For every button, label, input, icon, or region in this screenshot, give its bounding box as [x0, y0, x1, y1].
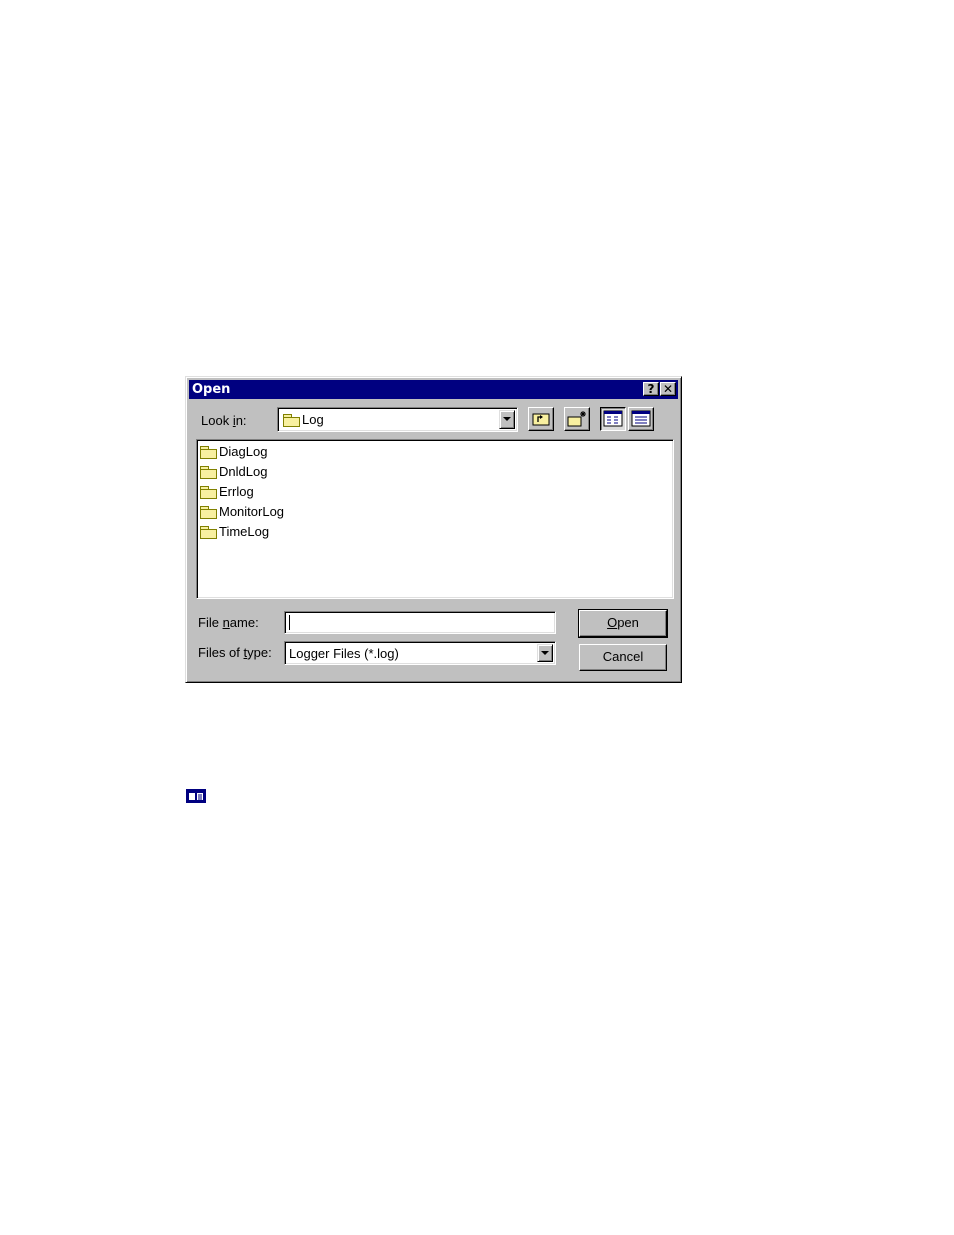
look-in-value: Log: [302, 412, 324, 427]
title-bar[interactable]: Open ? ✕: [189, 380, 678, 399]
up-one-level-button[interactable]: [528, 407, 554, 431]
look-in-label: Look in:: [201, 413, 247, 428]
file-type-value: Logger Files (*.log): [289, 646, 399, 661]
create-new-folder-icon: [567, 411, 586, 427]
close-button[interactable]: ✕: [660, 382, 676, 396]
chevron-down-icon[interactable]: [499, 410, 515, 429]
file-list[interactable]: DiagLog DnldLog Errlog MonitorLog TimeLo…: [196, 439, 674, 599]
file-type-dropdown[interactable]: Logger Files (*.log): [284, 641, 556, 665]
close-icon: ✕: [662, 382, 674, 396]
details-view-button[interactable]: [628, 407, 654, 431]
file-type-label: Files of type:: [198, 645, 272, 660]
folder-icon: [200, 526, 217, 539]
chevron-down-icon[interactable]: [537, 644, 553, 662]
folder-icon: [200, 446, 217, 459]
list-item[interactable]: TimeLog: [200, 523, 269, 541]
details-view-icon: [631, 410, 651, 427]
dialog-window-icon: [186, 789, 206, 803]
text-cursor: [289, 615, 290, 630]
folder-icon: [200, 506, 217, 519]
file-name-input[interactable]: [284, 611, 556, 634]
open-button[interactable]: Open: [578, 609, 668, 638]
list-item[interactable]: Errlog: [200, 483, 254, 501]
up-one-level-icon: [532, 413, 550, 426]
cancel-button[interactable]: Cancel: [579, 644, 667, 671]
help-button[interactable]: ?: [643, 382, 659, 396]
list-view-button[interactable]: [600, 407, 626, 431]
look-in-dropdown[interactable]: Log: [277, 407, 518, 432]
open-dialog: Open ? ✕ Look in: Log DiagLog DnldLog Er…: [185, 376, 682, 683]
list-item[interactable]: DiagLog: [200, 443, 267, 461]
help-icon: ?: [647, 382, 655, 396]
create-new-folder-button[interactable]: [564, 407, 590, 431]
folder-icon: [200, 466, 217, 479]
list-view-icon: [603, 410, 623, 427]
folder-icon: [200, 486, 217, 499]
open-folder-icon: [283, 414, 300, 427]
file-name-label: File name:: [198, 615, 259, 630]
list-item[interactable]: DnldLog: [200, 463, 267, 481]
dialog-title: Open: [192, 382, 231, 397]
list-item[interactable]: MonitorLog: [200, 503, 284, 521]
